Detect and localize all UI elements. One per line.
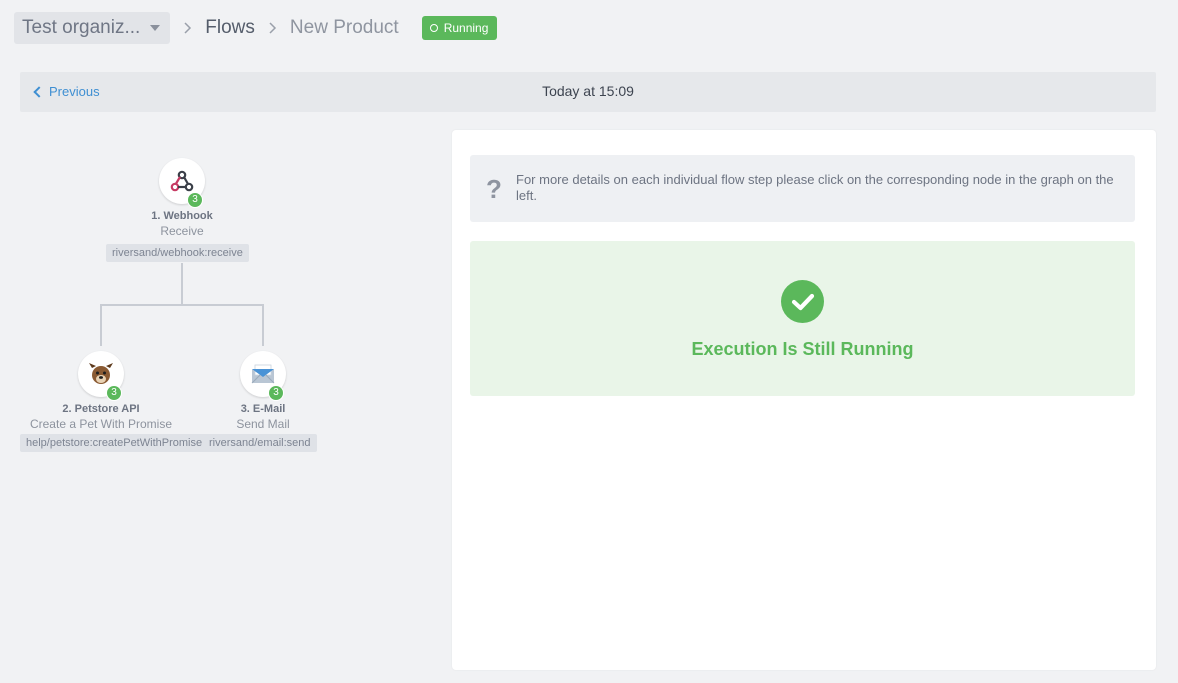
breadcrumb-flows[interactable]: Flows: [205, 17, 255, 39]
organization-select[interactable]: Test organiz...: [14, 12, 171, 44]
webhook-icon: [170, 170, 194, 192]
breadcrumb-flow-name: New Product: [289, 17, 399, 38]
node-petstore-api[interactable]: 3: [78, 351, 124, 401]
connector-line: [262, 304, 264, 346]
chevron-right-icon: [184, 22, 192, 34]
execution-status-text: Execution Is Still Running: [691, 339, 914, 359]
status-badge-label: Running: [443, 21, 489, 35]
chevron-right-icon: [269, 22, 277, 34]
header: Test organiz... Flows New Product Runnin…: [14, 12, 498, 44]
node-count-badge: 3: [106, 385, 122, 401]
info-text: For more details on each individual flow…: [516, 172, 1114, 203]
node-path-tag: riversand/webhook:receive: [106, 244, 249, 262]
question-icon: ?: [486, 174, 502, 204]
check-icon: [781, 280, 824, 323]
connector-line: [100, 304, 102, 346]
node-subtitle: Create a Pet With Promise: [29, 417, 173, 431]
node-subtitle: Send Mail: [236, 417, 290, 431]
status-badge: Running: [421, 16, 498, 40]
dog-icon: [89, 363, 113, 384]
node-subtitle: Receive: [160, 224, 204, 238]
organization-name: Test organiz...: [22, 17, 141, 38]
node-path-tag: help/petstore:createPetWithPromise: [20, 434, 209, 452]
node-title: 1. Webhook: [151, 210, 213, 222]
node-title: 3. E-Mail: [240, 403, 286, 415]
flow-graph: 3 1. Webhook Receive riversand/webhook:r…: [0, 130, 440, 470]
execution-status-box: Execution Is Still Running: [470, 241, 1135, 396]
email-icon: [251, 364, 275, 384]
spinner-icon: [429, 24, 438, 32]
execution-navbar: Previous Today at 15:09: [20, 72, 1156, 112]
connector-line: [181, 263, 183, 305]
node-count-badge: 3: [268, 385, 284, 401]
node-title: 2. Petstore API: [62, 403, 140, 415]
node-webhook[interactable]: 3: [159, 158, 205, 208]
node-count-badge: 3: [187, 192, 203, 208]
execution-details-panel: ? For more details on each individual fl…: [452, 130, 1156, 670]
connector-line: [100, 304, 264, 306]
execution-date: Today at 15:09: [542, 83, 634, 99]
node-path-tag: riversand/email:send: [203, 434, 317, 452]
node-email[interactable]: 3: [240, 351, 286, 401]
caret-down-icon: [150, 25, 161, 31]
info-box: ? For more details on each individual fl…: [470, 155, 1135, 222]
